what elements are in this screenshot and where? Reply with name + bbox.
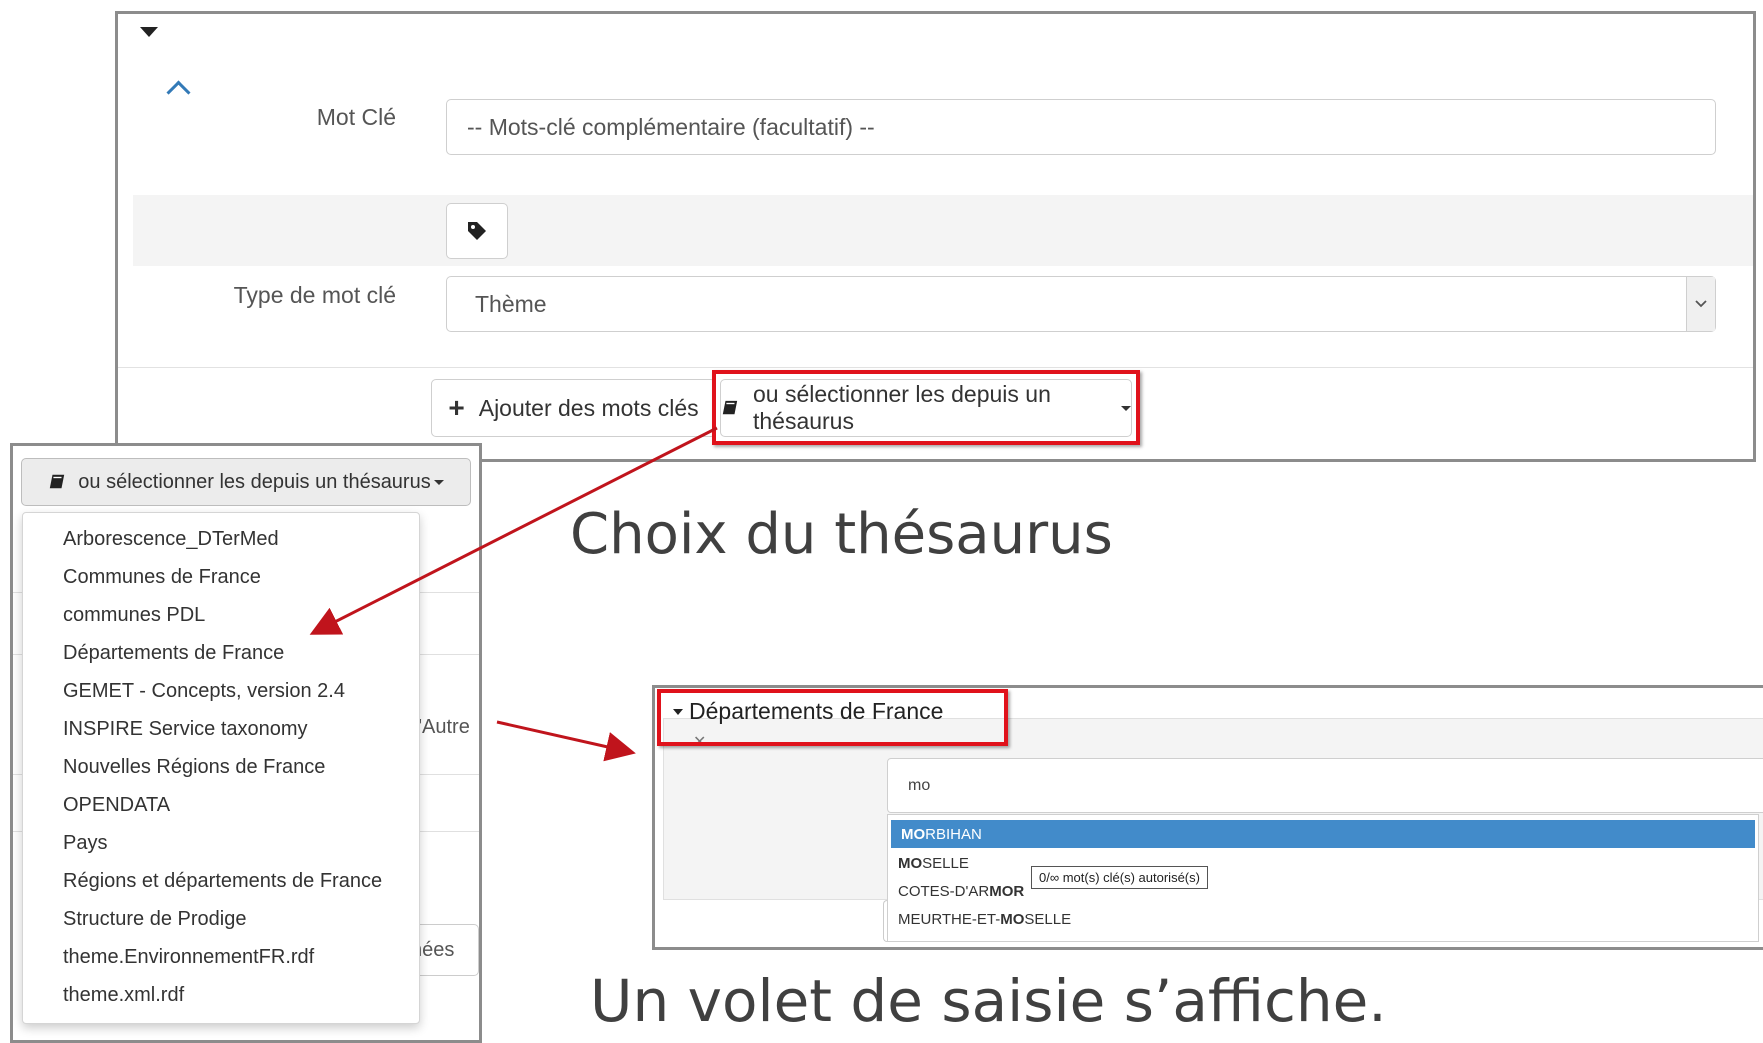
arrow-to-panel bbox=[496, 720, 636, 762]
arrow-to-departements bbox=[309, 426, 718, 635]
annotation-arrows bbox=[309, 426, 718, 762]
